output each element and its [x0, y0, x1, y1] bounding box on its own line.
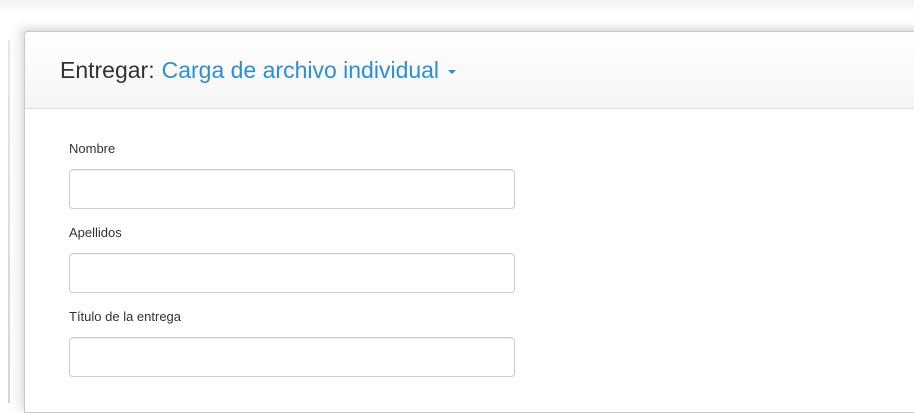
- last-name-group: Apellidos: [69, 225, 914, 293]
- submission-type-label[interactable]: Carga de archivo individual: [162, 57, 439, 84]
- last-name-field[interactable]: [69, 253, 515, 293]
- caret-down-icon[interactable]: [448, 69, 457, 74]
- last-name-label: Apellidos: [69, 225, 122, 240]
- submission-title-field[interactable]: [69, 337, 515, 377]
- submission-title-group: Título de la entrega: [69, 309, 914, 377]
- submission-panel: Entregar: Carga de archivo individual No…: [24, 31, 914, 413]
- page-title: Entregar:: [60, 56, 155, 83]
- submission-title-label: Título de la entrega: [69, 309, 182, 324]
- submission-form: Nombre Apellidos Título de la entrega: [25, 109, 914, 377]
- first-name-group: Nombre: [69, 141, 914, 209]
- panel-header: Entregar: Carga de archivo individual: [25, 32, 914, 109]
- window-edge: [8, 40, 10, 403]
- first-name-label: Nombre: [69, 141, 116, 156]
- first-name-field[interactable]: [69, 169, 515, 209]
- submission-type-dropdown[interactable]: Carga de archivo individual: [162, 57, 457, 84]
